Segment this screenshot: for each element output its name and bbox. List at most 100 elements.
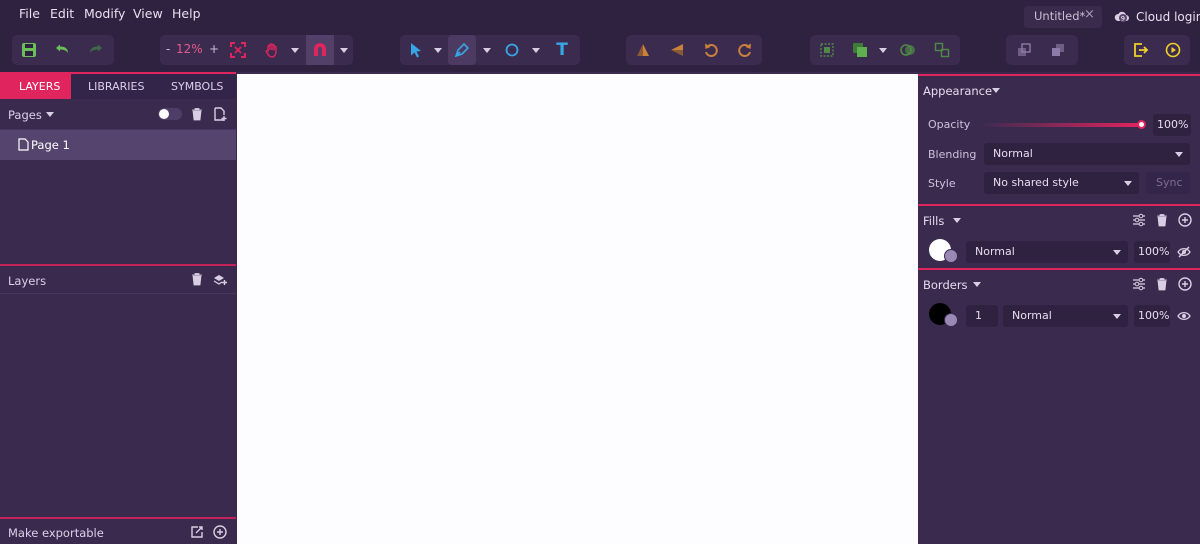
- zoom-out-button[interactable]: -: [166, 42, 170, 56]
- redo-button[interactable]: [82, 35, 110, 65]
- opacity-slider-handle[interactable]: [1137, 120, 1146, 129]
- group-button[interactable]: [813, 35, 841, 65]
- pointer-dropdown[interactable]: [431, 35, 445, 65]
- chevron-down-icon: [532, 47, 540, 53]
- boolean-dropdown[interactable]: [876, 35, 890, 65]
- menu-bar: File Edit Modify View Help Untitled* × 9…: [0, 0, 1200, 30]
- pages-toggle[interactable]: [158, 108, 182, 120]
- trash-icon[interactable]: [190, 107, 204, 121]
- opacity-input[interactable]: 100%: [1153, 114, 1191, 136]
- layers-title: Layers: [8, 274, 47, 288]
- snap-dropdown[interactable]: [337, 35, 351, 65]
- border-opacity-input[interactable]: 100%: [1134, 305, 1170, 327]
- add-page-icon[interactable]: [213, 107, 227, 121]
- chevron-down-icon: [953, 218, 961, 223]
- pen-dropdown[interactable]: [480, 35, 494, 65]
- shared-style-select[interactable]: No shared style: [984, 172, 1139, 194]
- rotate-cw-button[interactable]: [731, 35, 759, 65]
- ellipse-tool-button[interactable]: [498, 35, 526, 65]
- send-backward-button[interactable]: [1044, 35, 1072, 65]
- pages-title[interactable]: Pages: [8, 108, 42, 122]
- add-layer-icon[interactable]: [213, 272, 227, 286]
- eye-icon[interactable]: [1177, 309, 1191, 323]
- page-list-item[interactable]: Page 1: [0, 130, 236, 160]
- appearance-title: Appearance: [923, 84, 993, 98]
- rotate-ccw-icon: [705, 43, 718, 57]
- menu-modify[interactable]: Modify: [84, 6, 125, 21]
- zoom-in-button[interactable]: +: [209, 42, 219, 56]
- opacity-slider[interactable]: [984, 123, 1139, 127]
- sync-button[interactable]: Sync: [1146, 172, 1190, 194]
- close-icon[interactable]: ×: [1084, 7, 1095, 22]
- hand-icon: [265, 43, 277, 58]
- export-slice-icon[interactable]: [190, 525, 204, 539]
- border-blend-select[interactable]: Normal: [1003, 305, 1128, 327]
- flip-horizontal-button[interactable]: [663, 35, 691, 65]
- hand-tool-button[interactable]: [258, 35, 286, 65]
- save-button[interactable]: [15, 35, 43, 65]
- redo-icon: [90, 44, 102, 53]
- fill-settings-icon[interactable]: [1132, 213, 1146, 227]
- hand-dropdown[interactable]: [288, 35, 302, 65]
- menu-edit[interactable]: Edit: [50, 6, 74, 21]
- preview-icon: [1165, 42, 1181, 58]
- shape-dropdown[interactable]: [529, 35, 543, 65]
- fit-to-screen-icon: [230, 42, 246, 58]
- magnet-icon: [314, 43, 326, 56]
- trash-icon[interactable]: [1155, 213, 1169, 227]
- tab-layers[interactable]: LAYERS: [0, 74, 71, 99]
- ungroup-button[interactable]: [928, 35, 956, 65]
- appearance-header[interactable]: Appearance: [918, 74, 1200, 104]
- trash-icon[interactable]: [1155, 277, 1169, 291]
- cloud-badge-icon[interactable]: 9: [1114, 9, 1130, 25]
- trash-icon[interactable]: [190, 272, 204, 286]
- rotate-ccw-button[interactable]: [697, 35, 725, 65]
- canvas[interactable]: [237, 74, 918, 544]
- cloud-login-button[interactable]: Cloud login: [1136, 10, 1200, 24]
- tab-symbols[interactable]: SYMBOLS: [171, 74, 223, 99]
- order-group: [1006, 35, 1078, 65]
- toolbar: - 12% + T: [0, 30, 1200, 72]
- add-border-icon[interactable]: [1178, 277, 1192, 291]
- preview-button[interactable]: [1159, 35, 1187, 65]
- blending-select[interactable]: Normal: [984, 143, 1190, 165]
- chevron-down-icon: [1124, 181, 1132, 186]
- send-backward-icon: [1052, 44, 1064, 56]
- menu-help[interactable]: Help: [172, 6, 201, 21]
- fit-to-screen-button[interactable]: [224, 35, 252, 65]
- export-button[interactable]: [1127, 35, 1155, 65]
- border-settings-icon[interactable]: [1132, 277, 1146, 291]
- add-circle-icon[interactable]: [213, 525, 227, 539]
- menu-file[interactable]: File: [19, 6, 40, 21]
- border-width-input[interactable]: 1: [966, 305, 998, 327]
- flip-vertical-button[interactable]: [629, 35, 657, 65]
- chevron-down-icon[interactable]: [46, 112, 54, 117]
- borders-header[interactable]: Borders: [918, 268, 1200, 298]
- chevron-down-icon: [434, 47, 442, 53]
- transform-group: [626, 35, 762, 65]
- document-tab[interactable]: Untitled* ×: [1024, 6, 1102, 28]
- eye-off-icon[interactable]: [1177, 245, 1191, 259]
- text-tool-button[interactable]: T: [548, 35, 576, 65]
- menu-view[interactable]: View: [133, 6, 163, 21]
- pointer-tool-button[interactable]: [402, 35, 430, 65]
- style-label: Style: [928, 177, 956, 190]
- fill-blend-select[interactable]: Normal: [966, 241, 1128, 263]
- zoom-level[interactable]: 12%: [176, 42, 203, 56]
- blending-value: Normal: [993, 147, 1033, 160]
- snap-magnet-button[interactable]: [306, 35, 334, 65]
- mask-button[interactable]: [894, 35, 922, 65]
- left-tabs: LAYERS LIBRARIES SYMBOLS: [0, 72, 236, 99]
- bring-forward-button[interactable]: [1010, 35, 1038, 65]
- tab-libraries[interactable]: LIBRARIES: [88, 74, 144, 99]
- export-icon: [1134, 43, 1149, 57]
- add-fill-icon[interactable]: [1178, 213, 1192, 227]
- fills-header[interactable]: Fills: [918, 204, 1200, 234]
- edit-border-icon[interactable]: [944, 313, 958, 327]
- make-exportable-label[interactable]: Make exportable: [8, 526, 104, 540]
- boolean-union-button[interactable]: [846, 35, 874, 65]
- fill-opacity-input[interactable]: 100%: [1134, 241, 1170, 263]
- edit-fill-icon[interactable]: [944, 249, 958, 263]
- pen-tool-button[interactable]: [448, 35, 476, 65]
- undo-button[interactable]: [48, 35, 76, 65]
